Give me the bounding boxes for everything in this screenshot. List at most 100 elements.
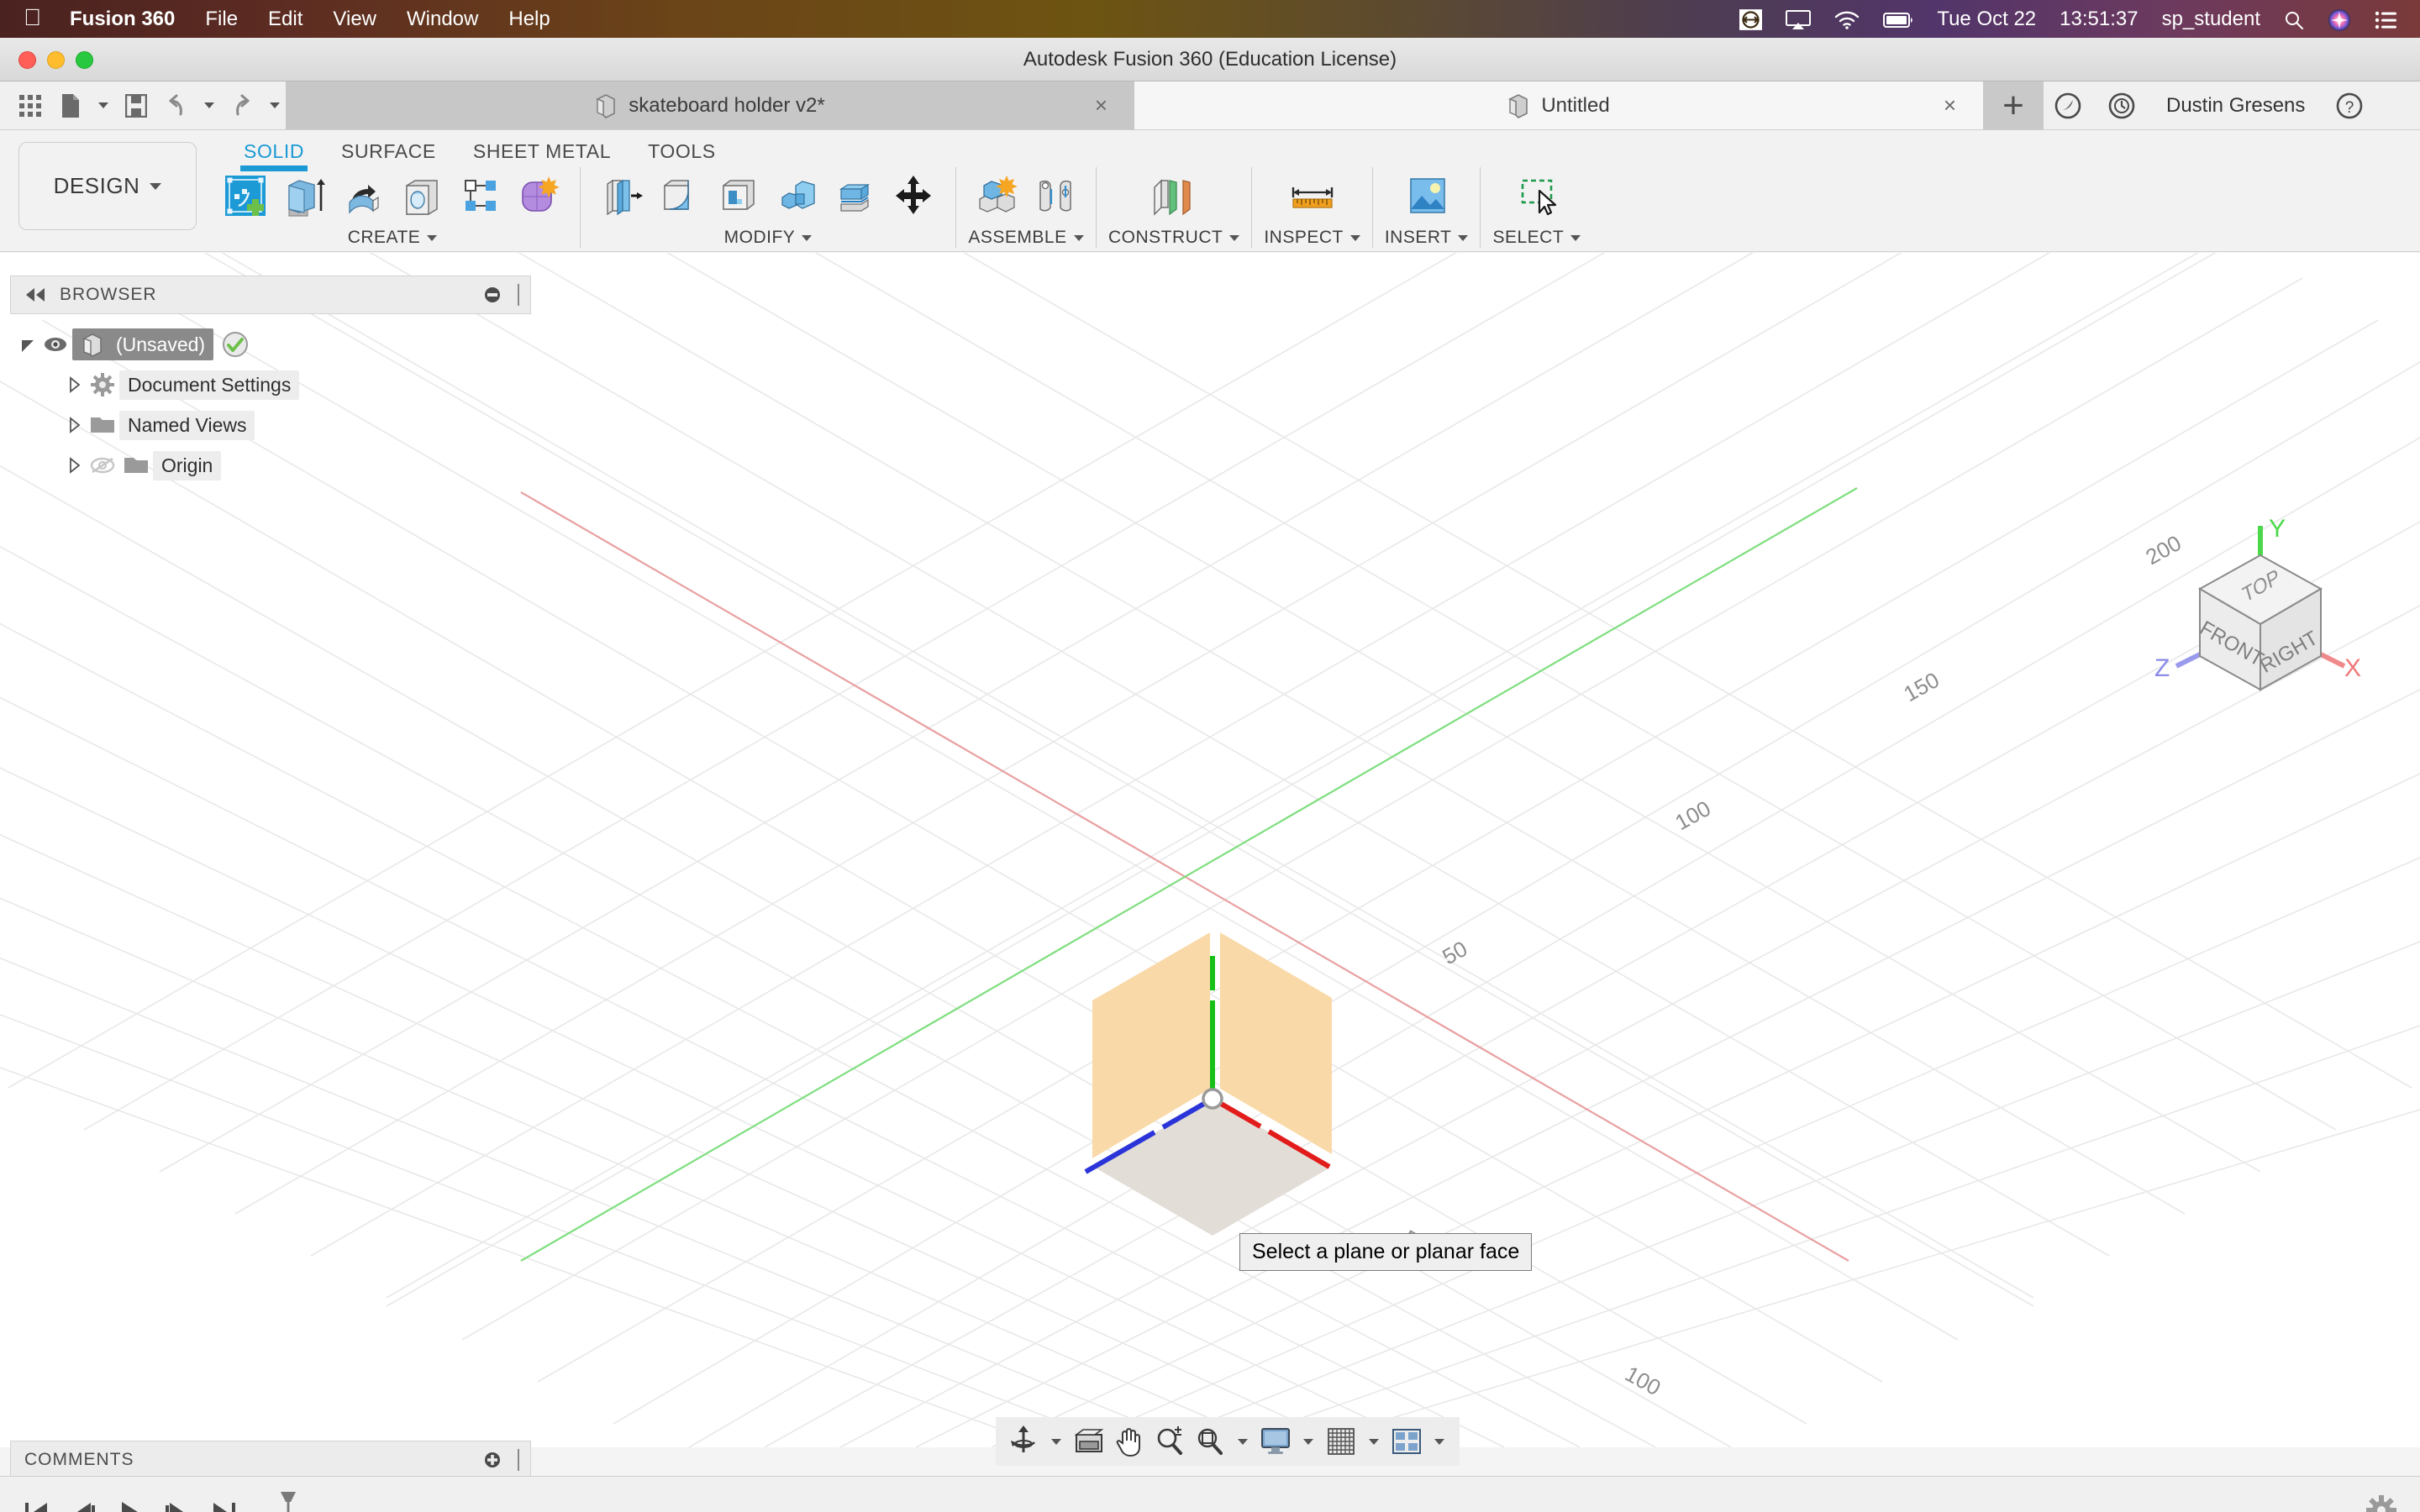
expand-triangle-icon[interactable] — [64, 374, 86, 396]
press-pull-icon[interactable] — [592, 167, 650, 224]
close-button[interactable] — [18, 50, 36, 69]
add-comment-icon[interactable] — [483, 1451, 502, 1469]
new-tab-button[interactable]: + — [1983, 81, 2044, 129]
battery-icon[interactable] — [1871, 0, 1925, 38]
redo-dropdown-caret[interactable] — [264, 87, 286, 125]
search-icon[interactable] — [2272, 0, 2316, 38]
display-settings-icon[interactable] — [1256, 1420, 1295, 1463]
grid-snaps-icon[interactable] — [1322, 1420, 1360, 1463]
file-icon[interactable] — [52, 87, 89, 125]
save-icon[interactable] — [118, 87, 155, 125]
orbit-icon[interactable] — [1004, 1420, 1043, 1463]
group-label-inspect[interactable]: INSPECT — [1264, 228, 1360, 248]
document-tab-skateboard[interactable]: skateboard holder v2* × — [286, 81, 1134, 129]
group-label-construct[interactable]: CONSTRUCT — [1108, 228, 1240, 248]
shell-icon[interactable] — [710, 167, 767, 224]
job-status-icon[interactable] — [2097, 81, 2146, 130]
group-label-create[interactable]: CREATE — [348, 228, 438, 248]
expand-triangle-icon[interactable] — [64, 414, 86, 436]
hole-icon[interactable] — [393, 167, 450, 224]
account-name[interactable]: Dustin Gresens — [2151, 94, 2320, 118]
form-icon[interactable] — [511, 167, 568, 224]
tree-item-origin[interactable]: Origin — [10, 445, 531, 486]
measure-icon[interactable] — [1274, 167, 1351, 224]
go-to-end-icon[interactable] — [207, 1494, 242, 1512]
undo-icon[interactable] — [158, 87, 195, 125]
panel-resize-handle[interactable] — [515, 1449, 522, 1471]
viewports-icon[interactable] — [1387, 1420, 1426, 1463]
window-controls[interactable] — [18, 38, 93, 81]
menu-window[interactable]: Window — [392, 0, 493, 38]
group-label-assemble[interactable]: ASSEMBLE — [968, 228, 1084, 248]
insert-image-icon[interactable] — [1388, 167, 1465, 224]
pan-icon[interactable] — [1110, 1420, 1149, 1463]
group-label-modify[interactable]: MODIFY — [724, 228, 813, 248]
grid-menu-icon[interactable] — [12, 87, 49, 125]
orbit-dropdown-caret[interactable] — [1044, 1420, 1068, 1463]
document-tab-untitled[interactable]: Untitled × — [1134, 81, 1983, 129]
new-component-icon[interactable] — [968, 167, 1025, 224]
visibility-eye-icon[interactable] — [39, 336, 72, 353]
rib-icon[interactable] — [452, 167, 509, 224]
create-sketch-icon[interactable] — [217, 167, 274, 224]
collapse-left-icon[interactable] — [24, 288, 46, 302]
close-icon[interactable]: × — [1944, 92, 1956, 118]
file-dropdown-caret[interactable] — [92, 87, 114, 125]
undo-dropdown-caret[interactable] — [198, 87, 220, 125]
step-back-icon[interactable] — [66, 1494, 101, 1512]
extrude-icon[interactable] — [276, 167, 333, 224]
menu-help[interactable]: Help — [493, 0, 565, 38]
step-forward-icon[interactable] — [160, 1494, 195, 1512]
menu-file[interactable]: File — [190, 0, 253, 38]
timeline-marker[interactable] — [276, 1490, 301, 1512]
select-window-icon[interactable] — [1498, 167, 1576, 224]
tree-item-named-views[interactable]: Named Views — [10, 405, 531, 445]
tab-solid[interactable]: SOLID — [225, 139, 323, 171]
fit-icon[interactable] — [1191, 1420, 1229, 1463]
display-dropdown-caret[interactable] — [1297, 1420, 1320, 1463]
tab-sheet-metal[interactable]: SHEET METAL — [455, 139, 629, 164]
zoom-icon[interactable] — [1150, 1420, 1189, 1463]
visibility-off-eye-icon[interactable] — [86, 456, 119, 475]
tree-item-unsaved[interactable]: (Unsaved) — [10, 324, 531, 365]
menubar-user[interactable]: sp_student — [2150, 0, 2272, 38]
airplay-icon[interactable] — [1774, 0, 1823, 38]
go-to-beginning-icon[interactable] — [18, 1494, 54, 1512]
panel-resize-handle[interactable] — [515, 284, 522, 306]
look-at-icon[interactable] — [1070, 1420, 1108, 1463]
teamviewer-icon[interactable] — [1728, 0, 1774, 38]
fit-dropdown-caret[interactable] — [1231, 1420, 1255, 1463]
help-icon[interactable]: ? — [2325, 81, 2374, 130]
minimize-icon[interactable] — [483, 286, 502, 304]
expand-triangle-icon[interactable] — [17, 333, 39, 355]
offset-plane-icon[interactable] — [1135, 167, 1213, 224]
control-center-icon[interactable] — [2363, 0, 2410, 38]
tab-surface[interactable]: SURFACE — [323, 139, 455, 164]
wifi-icon[interactable] — [1823, 0, 1871, 38]
group-label-insert[interactable]: INSERT — [1385, 228, 1469, 248]
tree-item-document-settings[interactable]: Document Settings — [10, 365, 531, 405]
revolve-icon[interactable] — [334, 167, 392, 224]
play-icon[interactable] — [113, 1494, 148, 1512]
menu-view[interactable]: View — [318, 0, 392, 38]
split-face-icon[interactable] — [828, 167, 885, 224]
apple-icon[interactable]:  — [17, 0, 55, 39]
joint-icon[interactable] — [1027, 167, 1084, 224]
menu-edit[interactable]: Edit — [253, 0, 318, 38]
minimize-button[interactable] — [47, 50, 65, 69]
group-label-select[interactable]: SELECT — [1492, 228, 1581, 248]
gear-icon[interactable] — [2366, 1495, 2396, 1512]
maximize-button[interactable] — [76, 50, 93, 69]
fillet-icon[interactable] — [651, 167, 708, 224]
grid-dropdown-caret[interactable] — [1362, 1420, 1386, 1463]
redo-icon[interactable] — [224, 87, 260, 125]
tab-tools[interactable]: TOOLS — [629, 139, 734, 164]
workspace-switcher[interactable]: DESIGN — [18, 142, 197, 230]
viewports-dropdown-caret[interactable] — [1428, 1420, 1451, 1463]
expand-triangle-icon[interactable] — [64, 454, 86, 476]
extensions-icon[interactable] — [2044, 81, 2092, 130]
menu-app-name[interactable]: Fusion 360 — [55, 0, 190, 38]
close-icon[interactable]: × — [1095, 92, 1107, 118]
combine-icon[interactable] — [769, 167, 826, 224]
siri-icon[interactable] — [2316, 0, 2363, 38]
